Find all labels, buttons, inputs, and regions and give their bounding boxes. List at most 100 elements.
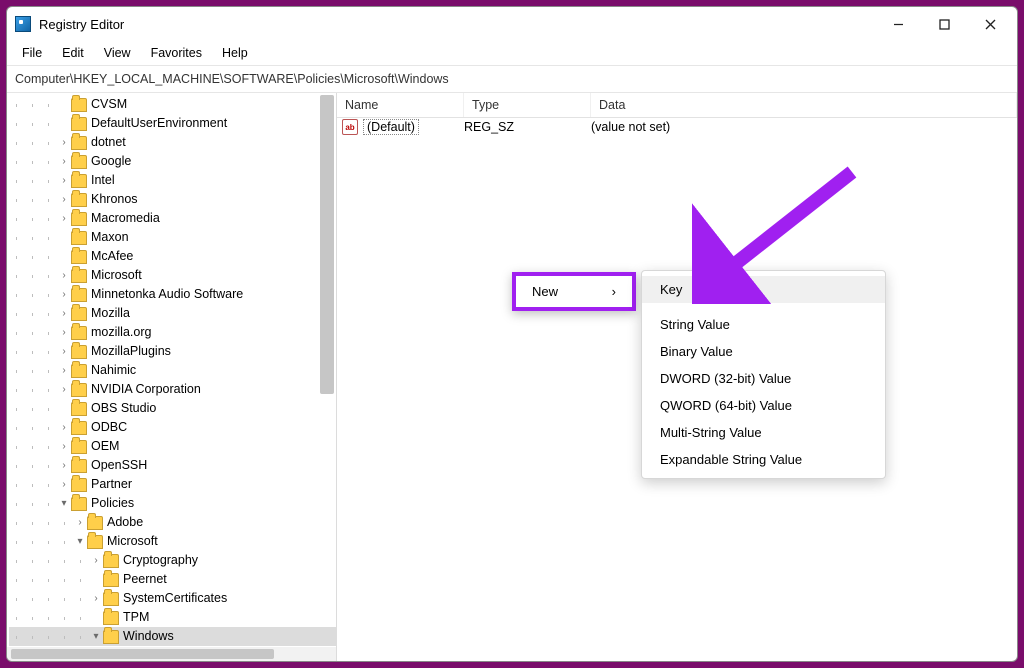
menu-favorites[interactable]: Favorites [142, 43, 211, 63]
expand-chevron-icon[interactable]: › [57, 342, 71, 361]
expand-chevron-icon[interactable]: › [57, 133, 71, 152]
tree-item[interactable]: ›Intel [9, 171, 336, 190]
expand-chevron-icon[interactable]: › [57, 152, 71, 171]
tree-item-label: DefaultUserEnvironment [91, 114, 227, 133]
expand-chevron-icon[interactable]: ▾ [73, 532, 87, 551]
tree-item[interactable]: › Adobe [9, 513, 336, 532]
tree-item-label: Khronos [91, 190, 138, 209]
tree-item-label: CVSM [91, 95, 127, 114]
tree-item[interactable]: ›Nahimic [9, 361, 336, 380]
tree-item-label: OpenSSH [91, 456, 147, 475]
folder-icon [71, 212, 87, 226]
submenu-dword[interactable]: DWORD (32-bit) Value [642, 365, 885, 392]
expand-chevron-icon[interactable]: › [57, 456, 71, 475]
folder-icon [71, 155, 87, 169]
minimize-button[interactable] [875, 9, 921, 39]
folder-icon [71, 402, 87, 416]
tree-item[interactable]: ›mozilla.org [9, 323, 336, 342]
expand-chevron-icon[interactable]: › [57, 380, 71, 399]
tree-item[interactable]: ›Google [9, 152, 336, 171]
tree-item[interactable]: › Minnetonka Audio Software [9, 285, 336, 304]
folder-icon [71, 193, 87, 207]
menu-file[interactable]: File [13, 43, 51, 63]
expand-chevron-icon[interactable]: › [57, 285, 71, 304]
expand-chevron-icon[interactable]: › [89, 551, 103, 570]
tree-item[interactable]: ›OEM [9, 437, 336, 456]
column-name[interactable]: Name [337, 93, 464, 117]
tree-item[interactable]: ›Mozilla [9, 304, 336, 323]
tree-item[interactable]: ›Partner [9, 475, 336, 494]
expand-chevron-icon[interactable]: › [57, 190, 71, 209]
expand-chevron-icon[interactable]: › [57, 418, 71, 437]
expand-chevron-icon[interactable]: › [57, 475, 71, 494]
values-panel: Name Type Data ab(Default)REG_SZ(value n… [337, 93, 1017, 661]
menu-help[interactable]: Help [213, 43, 257, 63]
submenu-key[interactable]: Key [642, 276, 885, 303]
tree-item[interactable]: Maxon [9, 228, 336, 247]
tree-item[interactable]: TPM [9, 608, 336, 627]
submenu-expandstring[interactable]: Expandable String Value [642, 446, 885, 473]
expand-chevron-icon[interactable]: › [89, 589, 103, 608]
tree-item[interactable]: ▾Policies [9, 494, 336, 513]
context-submenu-new[interactable]: Key String Value Binary Value DWORD (32-… [641, 270, 886, 479]
chevron-right-icon: › [612, 284, 616, 299]
submenu-multistring[interactable]: Multi-String Value [642, 419, 885, 446]
expand-chevron-icon[interactable]: ▾ [57, 494, 71, 513]
tree-item[interactable]: ›Cryptography [9, 551, 336, 570]
values-list[interactable]: ab(Default)REG_SZ(value not set) New › K… [337, 118, 1017, 661]
tree-item[interactable]: McAfee [9, 247, 336, 266]
folder-icon [103, 554, 119, 568]
tree-item[interactable]: › Khronos [9, 190, 336, 209]
tree-item[interactable]: Peernet [9, 570, 336, 589]
tree-item-label: ODBC [91, 418, 127, 437]
tree-item[interactable]: OBS Studio [9, 399, 336, 418]
tree-item[interactable]: ▾Windows [9, 627, 336, 646]
tree-view[interactable]: CVSMDefaultUserEnvironment›dotnet›Google… [7, 93, 336, 647]
tree-item-label: Minnetonka Audio Software [91, 285, 243, 304]
expand-chevron-icon[interactable]: ▾ [89, 627, 103, 646]
titlebar: Registry Editor [7, 7, 1017, 41]
expand-chevron-icon[interactable]: › [57, 323, 71, 342]
tree-item[interactable]: ›NVIDIA Corporation [9, 380, 336, 399]
tree-item[interactable]: ▾ Microsoft [9, 532, 336, 551]
expand-chevron-icon[interactable]: › [57, 361, 71, 380]
folder-icon [71, 421, 87, 435]
tree-item[interactable]: ›dotnet [9, 133, 336, 152]
submenu-qword[interactable]: QWORD (64-bit) Value [642, 392, 885, 419]
expand-chevron-icon[interactable]: › [57, 437, 71, 456]
tree-item-label: SystemCertificates [123, 589, 227, 608]
tree-item[interactable]: ›Microsoft [9, 266, 336, 285]
column-data[interactable]: Data [591, 93, 1017, 117]
tree-item-label: Microsoft [107, 532, 158, 551]
expand-chevron-icon[interactable]: › [57, 304, 71, 323]
tree-item[interactable]: ›MozillaPlugins [9, 342, 336, 361]
tree-item[interactable]: ›Macromedia [9, 209, 336, 228]
expand-chevron-icon[interactable]: › [57, 209, 71, 228]
submenu-binary-value[interactable]: Binary Value [642, 338, 885, 365]
tree-item[interactable]: DefaultUserEnvironment [9, 114, 336, 133]
expand-chevron-icon[interactable]: › [73, 513, 87, 532]
close-button[interactable] [967, 9, 1013, 39]
folder-icon [71, 364, 87, 378]
value-row[interactable]: ab(Default)REG_SZ(value not set) [337, 118, 1017, 136]
tree-item[interactable]: CVSM [9, 95, 336, 114]
submenu-string-value[interactable]: String Value [642, 311, 885, 338]
tree-scrollbar-horizontal[interactable] [7, 647, 336, 661]
folder-icon [71, 288, 87, 302]
folder-icon [71, 174, 87, 188]
folder-icon [71, 307, 87, 321]
folder-icon [71, 497, 87, 511]
tree-item[interactable]: › SystemCertificates [9, 589, 336, 608]
tree-item[interactable]: › ODBC [9, 418, 336, 437]
tree-item[interactable]: › OpenSSH [9, 456, 336, 475]
maximize-button[interactable] [921, 9, 967, 39]
menu-view[interactable]: View [95, 43, 140, 63]
expand-chevron-icon[interactable]: › [57, 171, 71, 190]
tree-scrollbar-vertical[interactable] [320, 95, 334, 394]
address-bar[interactable]: Computer\HKEY_LOCAL_MACHINE\SOFTWARE\Pol… [7, 66, 1017, 93]
expand-chevron-icon[interactable]: › [57, 266, 71, 285]
column-type[interactable]: Type [464, 93, 591, 117]
context-menu-new[interactable]: New › [512, 272, 636, 311]
menu-edit[interactable]: Edit [53, 43, 93, 63]
tree-item-label: Adobe [107, 513, 143, 532]
